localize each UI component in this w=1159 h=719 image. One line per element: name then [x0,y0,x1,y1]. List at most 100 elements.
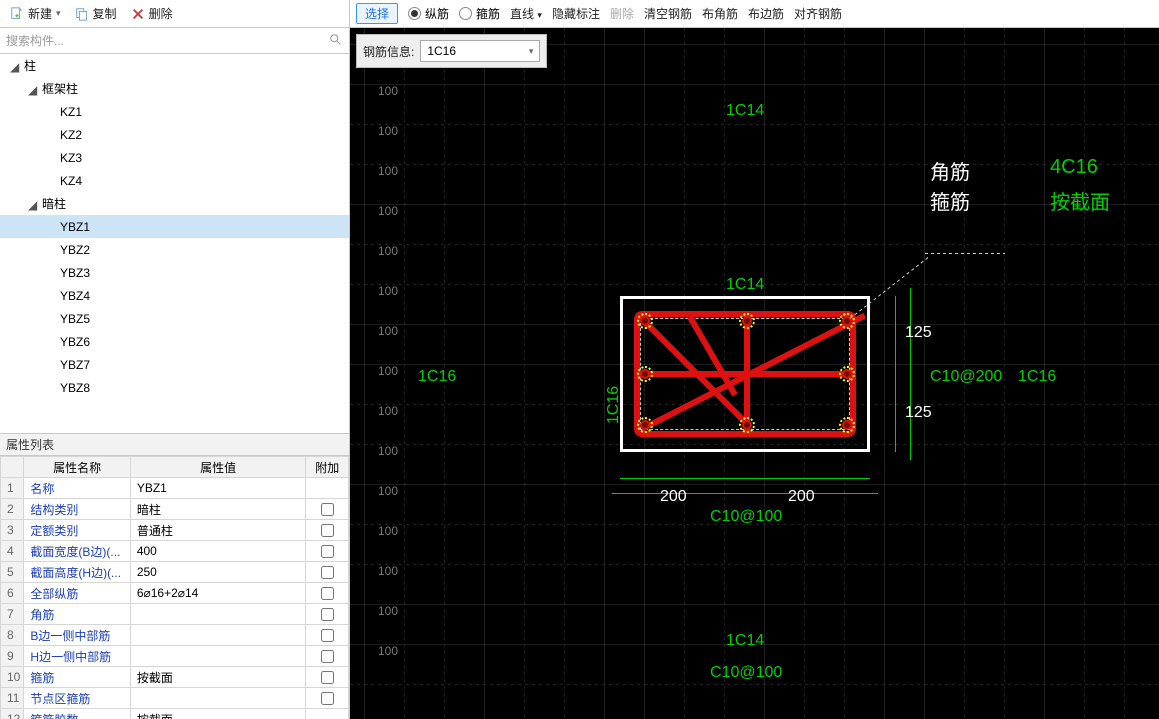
tree-item[interactable]: YBZ3 [0,261,349,284]
rebar-dot[interactable] [640,316,650,326]
prop-value[interactable]: 普通柱 [130,520,306,541]
property-row[interactable]: 12箍筋胶数按截面 [1,709,349,719]
rebar-info-combo[interactable]: 1C16 ▾ [420,40,540,62]
property-row[interactable]: 3定额类别普通柱 [1,520,349,541]
tree-item[interactable]: YBZ5 [0,307,349,330]
prop-extra[interactable] [306,478,349,499]
radio-longitudinal[interactable]: 纵筋 [408,5,449,22]
tree-item[interactable]: YBZ2 [0,238,349,261]
extra-checkbox[interactable] [321,608,334,621]
tree-group[interactable]: ◢框架柱 [0,77,349,100]
rebar-dot[interactable] [842,369,852,379]
prop-extra[interactable] [306,604,349,625]
tree-item[interactable]: YBZ1 [0,215,349,238]
prop-name: 箍筋胶数 [24,709,130,719]
side-rebar[interactable]: 布边筋 [748,5,784,22]
rebar-dot[interactable] [842,420,852,430]
radio-stirrup[interactable]: 箍筋 [459,5,500,22]
prop-extra[interactable] [306,520,349,541]
ruler-tick: 100 [378,564,398,578]
tree-item[interactable]: YBZ7 [0,353,349,376]
prop-name: 全部纵筋 [24,583,130,604]
prop-value[interactable]: 暗柱 [130,499,306,520]
tree-item[interactable]: YBZ6 [0,330,349,353]
dim-right-ext [910,288,911,460]
extra-checkbox[interactable] [321,587,334,600]
clear-rebar[interactable]: 清空钢筋 [644,5,692,22]
delete-tool[interactable]: 删除 [610,5,634,22]
corner-rebar[interactable]: 布角筋 [702,5,738,22]
tree-item[interactable]: KZ1 [0,100,349,123]
tree-item[interactable]: KZ4 [0,169,349,192]
prop-value[interactable] [130,604,306,625]
prop-extra[interactable] [306,499,349,520]
prop-value[interactable]: 按截面 [130,709,306,719]
extra-checkbox[interactable] [321,503,334,516]
extra-checkbox[interactable] [321,629,334,642]
property-row[interactable]: 8B边一侧中部筋 [1,625,349,646]
prop-extra[interactable] [306,709,349,719]
tree-item[interactable]: KZ2 [0,123,349,146]
component-tree[interactable]: ◢柱 ◢框架柱KZ1KZ2KZ3KZ4◢暗柱YBZ1YBZ2YBZ3YBZ4YB… [0,54,349,434]
drawing-viewport[interactable]: 1001001001001001001001001001001001001001… [350,28,1159,719]
prop-value[interactable] [130,646,306,667]
prop-value[interactable] [130,688,306,709]
ruler-tick: 100 [378,644,398,658]
prop-extra[interactable] [306,625,349,646]
property-row[interactable]: 6全部纵筋6⌀16+2⌀14 [1,583,349,604]
extra-checkbox[interactable] [321,650,334,663]
property-row[interactable]: 4截面宽度(B边)(...400 [1,541,349,562]
prop-extra[interactable] [306,583,349,604]
prop-value[interactable]: YBZ1 [130,478,306,499]
search-input[interactable] [0,29,349,53]
property-row[interactable]: 1名称YBZ1 [1,478,349,499]
new-button[interactable]: 新建 ▾ [4,3,67,25]
property-row[interactable]: 11节点区箍筋 [1,688,349,709]
col-value: 属性值 [130,457,306,478]
search-icon[interactable] [329,33,343,47]
property-row[interactable]: 2结构类别暗柱 [1,499,349,520]
tree-item[interactable]: YBZ8 [0,376,349,399]
dim-bottom-ext [612,493,878,494]
copy-button[interactable]: 复制 [69,3,123,25]
dim-right [895,296,896,452]
align-rebar[interactable]: 对齐钢筋 [794,5,842,22]
select-mode-button[interactable]: 选择 [356,3,398,24]
rebar-dot[interactable] [742,316,752,326]
prop-value[interactable]: 400 [130,541,306,562]
property-table[interactable]: 属性名称 属性值 附加 1名称YBZ12结构类别暗柱3定额类别普通柱4截面宽度(… [0,456,349,719]
prop-value[interactable]: 250 [130,562,306,583]
prop-extra[interactable] [306,562,349,583]
rebar-dot[interactable] [742,420,752,430]
ruler-tick: 100 [378,324,398,338]
extra-checkbox[interactable] [321,692,334,705]
delete-button[interactable]: 删除 [125,3,179,25]
ruler-tick: 100 [378,164,398,178]
prop-value[interactable] [130,625,306,646]
property-row[interactable]: 10箍筋按截面 [1,667,349,688]
property-row[interactable]: 9H边一侧中部筋 [1,646,349,667]
extra-checkbox[interactable] [321,566,334,579]
extra-checkbox[interactable] [321,671,334,684]
prop-value[interactable]: 按截面 [130,667,306,688]
tree-item[interactable]: KZ3 [0,146,349,169]
prop-extra[interactable] [306,541,349,562]
rebar-dot[interactable] [640,420,650,430]
ruler-tick: 100 [378,244,398,258]
rebar-dot[interactable] [640,369,650,379]
prop-extra[interactable] [306,688,349,709]
tree-group[interactable]: ◢暗柱 [0,192,349,215]
property-row[interactable]: 7角筋 [1,604,349,625]
property-row[interactable]: 5截面高度(H边)(...250 [1,562,349,583]
collapse-icon: ◢ [28,198,40,210]
label-125b: 125 [905,404,932,422]
prop-value[interactable]: 6⌀16+2⌀14 [130,583,306,604]
tree-item[interactable]: YBZ4 [0,284,349,307]
prop-extra[interactable] [306,667,349,688]
hide-annotation[interactable]: 隐藏标注 [552,5,600,22]
tree-node-root[interactable]: ◢柱 [0,54,349,77]
extra-checkbox[interactable] [321,545,334,558]
prop-extra[interactable] [306,646,349,667]
extra-checkbox[interactable] [321,524,334,537]
line-tool[interactable]: 直线 ▾ [510,5,542,22]
